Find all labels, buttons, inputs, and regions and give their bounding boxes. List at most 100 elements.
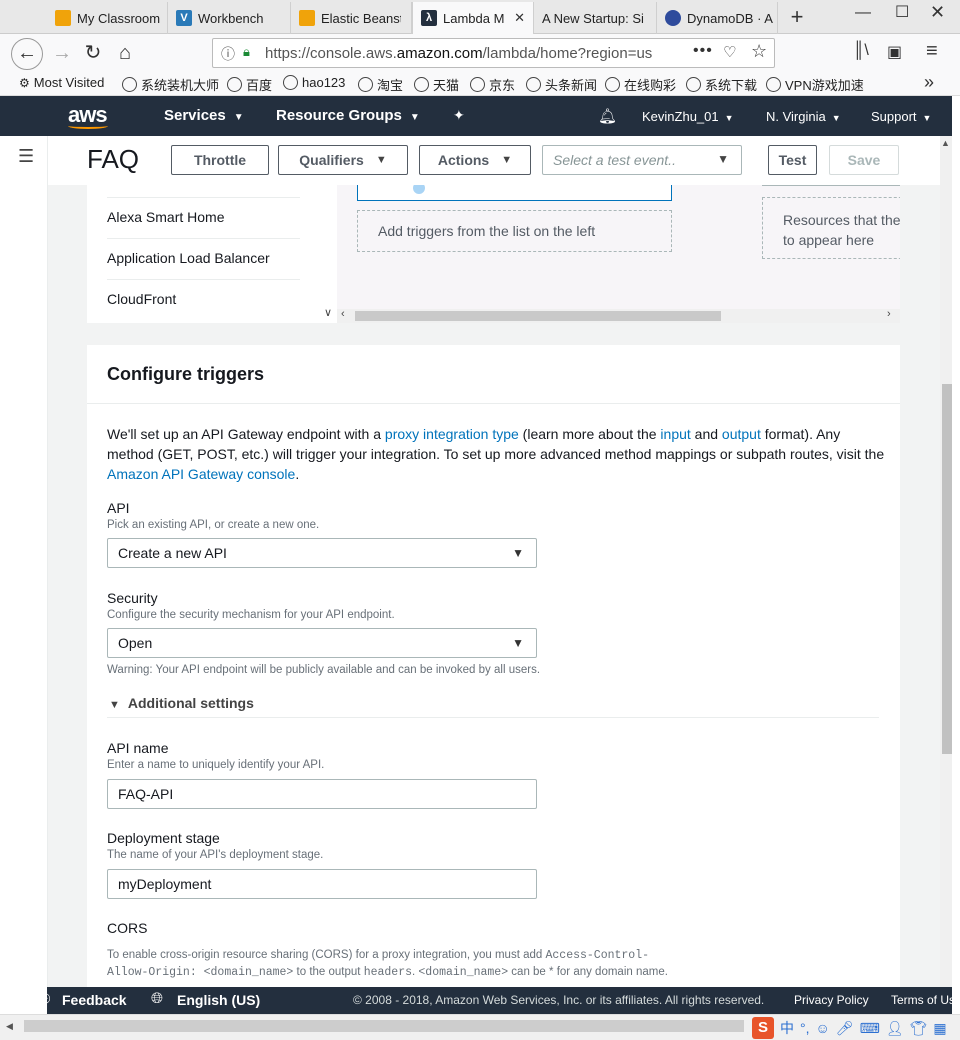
privacy-policy-link[interactable]: Privacy Policy	[794, 993, 869, 1007]
trigger-item-application-load-balancer[interactable]: Application Load Balancer	[107, 238, 300, 279]
address-bar[interactable]: ⓘ 🔒︎ https://console.aws.amazon.com/lamb…	[212, 38, 775, 68]
trigger-item-alexa-smart-home[interactable]: Alexa Smart Home	[107, 197, 300, 238]
keyboard-icon[interactable]: ⌨	[860, 1020, 880, 1037]
page-vertical-scrollbar[interactable]: ▲	[940, 136, 952, 987]
test-event-select[interactable]: Select a test event.. ▼	[542, 145, 742, 175]
forward-arrow-icon[interactable]: →	[47, 39, 77, 67]
shirt-icon[interactable]: 👕︎	[910, 1020, 928, 1037]
throttle-button[interactable]: Throttle	[171, 145, 269, 175]
hamburger-menu-icon[interactable]: ☰	[18, 146, 34, 167]
canvas-horizontal-scrollbar[interactable]: ‹ ›	[337, 308, 900, 323]
feedback-link[interactable]: Feedback	[62, 992, 127, 1008]
library-icon[interactable]: ║\	[853, 42, 869, 60]
maximize-icon[interactable]: ☐	[895, 2, 909, 22]
tab-new-startup[interactable]: A New Startup: Si	[534, 2, 657, 34]
bookmark-item[interactable]: 头条新闻	[526, 75, 597, 94]
window-close-icon[interactable]: ✕	[930, 2, 945, 23]
scrollbar-thumb[interactable]	[942, 384, 952, 754]
scrollbar-thumb[interactable]	[355, 311, 721, 321]
bookmark-star-icon[interactable]: ☆	[751, 41, 767, 62]
tab-elastic-beanstalk[interactable]: Elastic Beanstalk	[291, 2, 412, 34]
bell-icon[interactable]: 🔔︎	[598, 107, 617, 125]
sogou-ime-logo[interactable]: S	[752, 1017, 774, 1039]
microphone-icon[interactable]: 🎤︎	[836, 1020, 854, 1037]
tab-workbench[interactable]: V Workbench	[168, 2, 291, 34]
bookmark-item[interactable]: 在线购彩	[605, 75, 676, 94]
cors-label: CORS	[107, 920, 148, 936]
api-select[interactable]: Create a new API ▼	[107, 538, 537, 568]
grid-icon[interactable]: ▦	[933, 1020, 946, 1037]
chevron-down-icon: ▼	[375, 154, 387, 166]
chevron-right-icon[interactable]: ›	[887, 308, 891, 320]
menu-icon[interactable]: ≡	[926, 40, 938, 63]
tab-lambda[interactable]: λ Lambda M ✕	[412, 2, 534, 34]
api-name-input[interactable]: FAQ-API	[107, 779, 537, 809]
globe-icon	[283, 75, 298, 90]
terms-of-use-link[interactable]: Terms of Us	[891, 993, 955, 1007]
bookmark-item[interactable]: VPN游戏加速	[766, 75, 864, 94]
bookmark-most-visited[interactable]: ⚙ Most Visited	[19, 75, 104, 90]
chevron-left-icon[interactable]: ‹	[341, 308, 345, 320]
browser-tab-strip: My Classroom V Workbench Elastic Beansta…	[0, 0, 960, 34]
url-domain: amazon.com	[396, 45, 483, 62]
back-arrow-icon[interactable]: ←	[11, 38, 43, 70]
user-icon[interactable]: 👤︎	[886, 1020, 904, 1037]
resource-groups-menu[interactable]: Resource Groups ▼	[276, 107, 420, 124]
bookmark-item[interactable]: 系统下载	[686, 75, 757, 94]
bookmark-item[interactable]: 系统装机大师	[122, 75, 219, 94]
trigger-list-scrollbar[interactable]	[321, 185, 337, 323]
tab-dynamodb[interactable]: DynamoDB · A	[657, 2, 778, 34]
punctuation-icon[interactable]: °,	[800, 1020, 810, 1036]
chevron-double-right-icon[interactable]: »	[924, 72, 934, 93]
bookmark-label: 京东	[489, 78, 516, 93]
input-format-link[interactable]: input	[660, 426, 690, 442]
proxy-integration-link[interactable]: proxy integration type	[385, 426, 519, 442]
workbench-icon: V	[176, 10, 192, 26]
ime-mode-indicator[interactable]: 中	[780, 1018, 794, 1038]
services-menu[interactable]: Services ▼	[164, 107, 244, 124]
region-menu[interactable]: N. Virginia ▼	[766, 109, 841, 124]
qualifiers-button[interactable]: Qualifiers ▼	[278, 145, 408, 175]
api-gateway-console-link[interactable]: Amazon API Gateway console	[107, 466, 295, 482]
chevron-up-icon[interactable]: ▲	[941, 138, 950, 148]
deployment-stage-input[interactable]: myDeployment	[107, 869, 537, 899]
chevron-down-icon[interactable]: ∨	[324, 306, 332, 319]
account-menu[interactable]: KevinZhu_01 ▼	[642, 109, 734, 124]
sidebar-toggle-icon[interactable]: ▣	[887, 42, 902, 62]
trigger-item-cloudfront[interactable]: CloudFront	[107, 279, 300, 320]
security-label: Security	[107, 590, 158, 606]
info-icon[interactable]: ⓘ	[221, 44, 235, 64]
emoji-icon[interactable]: ☺	[816, 1020, 830, 1036]
minimize-icon[interactable]: —	[855, 4, 871, 22]
new-tab-icon[interactable]: +	[786, 4, 808, 30]
bookmark-item[interactable]: 淘宝	[358, 75, 403, 94]
bookmark-item[interactable]: 百度	[227, 75, 272, 94]
chevron-left-icon[interactable]: ◀	[6, 1021, 13, 1032]
globe-icon	[227, 77, 242, 92]
tab-label: DynamoDB · A	[687, 10, 773, 26]
cors-description: To enable cross-origin resource sharing …	[107, 947, 687, 981]
bookmark-item[interactable]: hao123	[283, 75, 345, 90]
additional-settings-toggle[interactable]: ▼ Additional settings	[109, 695, 254, 711]
actions-button[interactable]: Actions ▼	[419, 145, 531, 175]
tab-my-classroom[interactable]: My Classroom	[47, 2, 168, 34]
security-select[interactable]: Open ▼	[107, 628, 537, 658]
api-name-label: API name	[107, 740, 169, 756]
bookmark-item[interactable]: 天猫	[414, 75, 459, 94]
page-horizontal-scrollbar[interactable]	[24, 1020, 744, 1032]
save-button[interactable]: Save	[829, 145, 899, 175]
output-format-link[interactable]: output	[722, 426, 761, 442]
bookmark-item[interactable]: 京东	[470, 75, 515, 94]
close-tab-icon[interactable]: ✕	[514, 10, 525, 26]
language-selector[interactable]: English (US)	[177, 992, 260, 1008]
trigger-node[interactable]	[357, 185, 672, 201]
pin-icon[interactable]: ✦	[453, 107, 465, 124]
url-text[interactable]: https://console.aws.amazon.com/lambda/ho…	[265, 45, 655, 62]
function-header-bar: FAQ Throttle Qualifiers ▼ Actions ▼ Select…	[48, 136, 940, 185]
reload-icon[interactable]: ↻	[78, 39, 108, 67]
pocket-icon[interactable]: ♡	[723, 43, 736, 61]
test-button[interactable]: Test	[768, 145, 817, 175]
home-icon[interactable]: ⌂	[110, 39, 140, 67]
support-menu[interactable]: Support ▼	[871, 109, 931, 124]
page-actions-icon[interactable]: •••	[693, 42, 713, 60]
